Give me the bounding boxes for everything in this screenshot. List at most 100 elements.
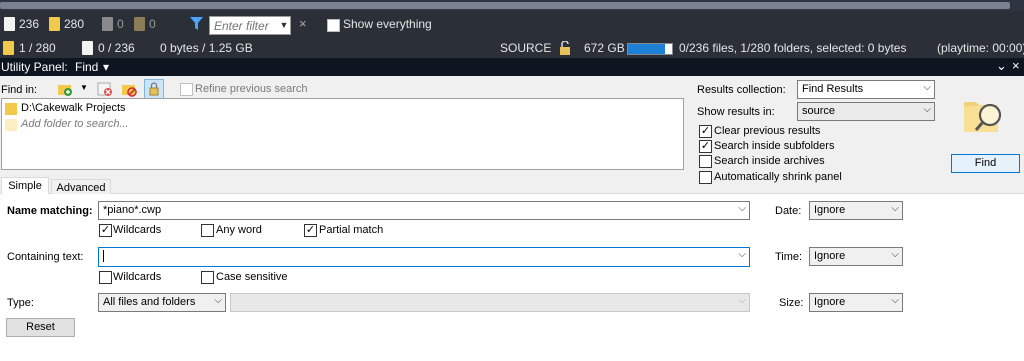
chevron-down-icon: ⌵ <box>891 295 899 306</box>
filter-funnel-icon[interactable] <box>190 17 203 31</box>
partial-match-checkbox[interactable]: ✓ <box>304 224 317 237</box>
results-collection-value: Find Results <box>802 83 864 95</box>
show-results-in-select[interactable]: source ⌵ <box>797 102 935 121</box>
chevron-down-icon: ⌵ <box>923 104 931 115</box>
files-count[interactable]: 236 <box>19 17 39 31</box>
size-ratio: 0 bytes / 1.25 GB <box>160 41 253 55</box>
any-word-label: Any word <box>216 224 262 236</box>
free-space: 672 GB <box>584 41 625 55</box>
results-collection-select[interactable]: Find Results ⌵ <box>797 80 935 99</box>
collapse-icon[interactable]: ⌄ <box>996 58 1007 74</box>
close-icon[interactable]: × <box>1012 58 1020 73</box>
simple-tab-content: Name matching: *piano*.cwp ⌵ ✓ Wildcards… <box>0 194 1024 361</box>
chevron-down-icon: ⌵ <box>891 249 899 260</box>
text-cursor <box>103 250 104 263</box>
find-panel: Find in: ▼ Refine previous search D:\Cak… <box>0 76 1024 361</box>
filter-row: 236 280 0 0 ▼ × Show everything <box>0 13 1024 36</box>
add-folder-dropdown-icon[interactable]: ▼ <box>80 83 88 92</box>
type-value: All files and folders <box>103 296 196 308</box>
size-value: Ignore <box>814 296 846 308</box>
time-value: Ignore <box>814 250 846 262</box>
type-select[interactable]: All files and folders ⌵ <box>98 293 226 312</box>
type-filter-select[interactable]: ⌵ <box>230 293 750 312</box>
remove-folder-icon[interactable] <box>97 81 113 97</box>
lock-icon[interactable] <box>558 40 572 55</box>
find-button[interactable]: Find <box>951 154 1020 173</box>
source-label: SOURCE <box>500 41 552 55</box>
add-folder-row-icon <box>5 119 17 131</box>
type-label: Type: <box>7 297 34 309</box>
containing-text-input[interactable]: ⌵ <box>98 247 750 267</box>
mode-dropdown-icon[interactable]: ▾ <box>103 60 109 74</box>
find-in-folder-list[interactable]: D:\Cakewalk Projects Add folder to searc… <box>1 98 684 170</box>
hidden-file-icon <box>102 17 113 31</box>
chevron-down-icon: ⌵ <box>891 203 899 214</box>
files-ratio: 0 / 236 <box>98 41 135 55</box>
name-wildcards-checkbox[interactable]: ✓ <box>99 224 112 237</box>
folder-icon <box>5 103 17 115</box>
folders-count[interactable]: 280 <box>64 17 84 31</box>
find-in-label: Find in: <box>1 84 38 96</box>
folder-path[interactable]: D:\Cakewalk Projects <box>21 102 126 114</box>
utility-panel-header: Utility Panel: Find ▾ ⌄ × <box>0 58 1024 76</box>
chevron-down-icon: ⌵ <box>738 295 746 306</box>
show-everything-checkbox[interactable] <box>327 19 340 32</box>
size-select[interactable]: Ignore ⌵ <box>809 293 903 312</box>
filter-dropdown-icon[interactable]: ▼ <box>277 16 291 35</box>
containing-text-label: Containing text: <box>7 251 84 263</box>
refine-search-label: Refine previous search <box>195 83 308 95</box>
time-select[interactable]: Ignore ⌵ <box>809 247 903 266</box>
horizontal-scrollbar[interactable] <box>0 2 1010 9</box>
date-select[interactable]: Ignore ⌵ <box>809 201 903 220</box>
file-icon <box>82 41 93 55</box>
partial-match-label: Partial match <box>319 224 384 236</box>
utility-panel-title: Utility Panel: <box>1 60 68 74</box>
add-folder-placeholder[interactable]: Add folder to search... <box>21 118 129 130</box>
show-results-in-label: Show results in: <box>697 106 775 118</box>
shrink-panel-checkbox[interactable] <box>699 171 712 184</box>
any-word-checkbox[interactable] <box>201 224 214 237</box>
hidden-folders-count[interactable]: 0 <box>149 17 156 31</box>
search-archives-checkbox[interactable] <box>699 155 712 168</box>
folder-icon <box>3 41 14 55</box>
tab-advanced[interactable]: Advanced <box>51 179 111 194</box>
chevron-down-icon: ⌵ <box>738 203 746 214</box>
free-space-bar <box>627 43 673 55</box>
name-matching-value: *piano*.cwp <box>103 204 162 216</box>
lister-bar: 236 280 0 0 ▼ × Show everything 1 / 280 … <box>0 11 1024 58</box>
name-matching-input[interactable]: *piano*.cwp ⌵ <box>98 201 750 220</box>
refine-search-checkbox[interactable] <box>180 83 193 96</box>
folders-ratio: 1 / 280 <box>19 41 56 55</box>
search-subfolders-label: Search inside subfolders <box>714 140 835 152</box>
folder-icon <box>49 17 60 31</box>
find-magnifier-icon <box>962 94 1006 134</box>
text-wildcards-label: Wildcards <box>113 271 162 283</box>
file-icon <box>4 17 15 31</box>
text-wildcards-checkbox[interactable] <box>99 271 112 284</box>
name-matching-label: Name matching: <box>7 205 93 217</box>
status-row: 1 / 280 0 / 236 0 bytes / 1.25 GB SOURCE… <box>0 37 1024 60</box>
name-wildcards-label: Wildcards <box>113 224 162 236</box>
hidden-files-count[interactable]: 0 <box>117 17 124 31</box>
chevron-down-icon: ⌵ <box>923 82 931 93</box>
exclude-folder-icon[interactable] <box>121 81 137 97</box>
show-everything-label: Show everything <box>343 17 432 31</box>
lock-search-icon[interactable] <box>144 79 164 99</box>
time-label: Time: <box>775 251 803 263</box>
reset-button[interactable]: Reset <box>6 318 75 337</box>
clear-filter-icon[interactable]: × <box>299 16 307 31</box>
clear-previous-checkbox[interactable]: ✓ <box>699 125 712 138</box>
chevron-down-icon: ⌵ <box>738 249 746 260</box>
add-folder-icon[interactable] <box>57 81 73 97</box>
show-results-in-value: source <box>802 105 836 117</box>
results-collection-label: Results collection: <box>697 84 786 96</box>
shrink-panel-label: Automatically shrink panel <box>714 171 842 183</box>
case-sensitive-checkbox[interactable] <box>201 271 214 284</box>
case-sensitive-label: Case sensitive <box>216 271 288 283</box>
tab-simple[interactable]: Simple <box>1 177 49 195</box>
chevron-down-icon: ⌵ <box>214 295 222 306</box>
utility-mode-select[interactable]: Find <box>75 60 98 74</box>
clear-previous-label: Clear previous results <box>714 125 821 137</box>
search-subfolders-checkbox[interactable]: ✓ <box>699 140 712 153</box>
hidden-folder-icon <box>134 17 145 31</box>
